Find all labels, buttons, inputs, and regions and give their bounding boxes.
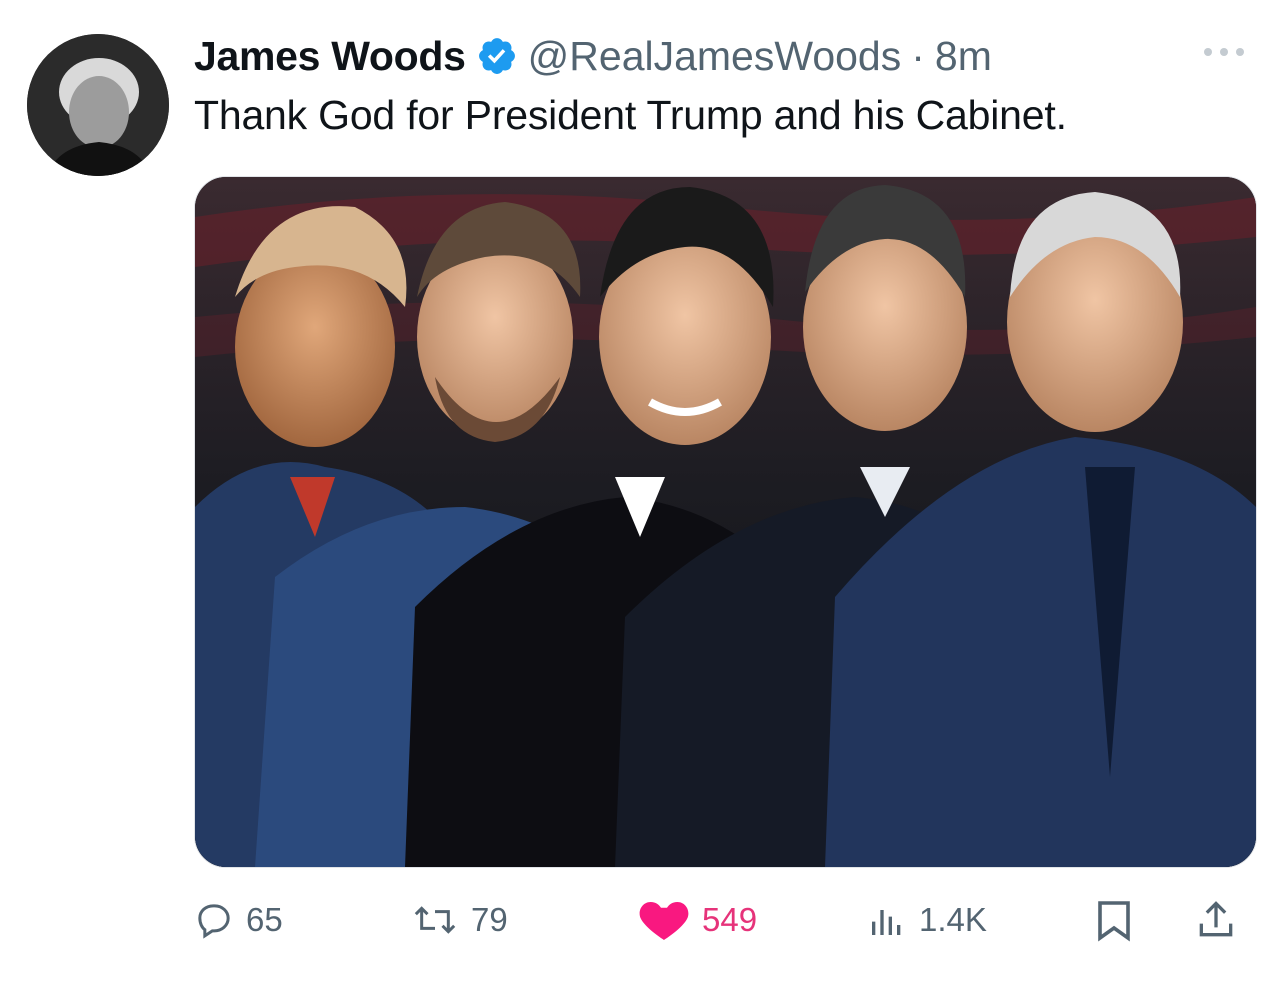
retweet-count: 79 <box>471 901 508 938</box>
heart-filled-icon <box>639 902 689 940</box>
tweet-media-photo[interactable] <box>194 176 1257 868</box>
reply-button[interactable]: 65 <box>194 890 283 950</box>
retweet-icon <box>414 906 456 934</box>
avatar-photo <box>27 34 169 176</box>
tweet-timestamp[interactable]: 8m <box>935 33 992 80</box>
author-avatar[interactable] <box>27 34 169 176</box>
reply-count: 65 <box>246 901 283 938</box>
views-count: 1.4K <box>919 901 987 938</box>
views-bar-chart-icon <box>872 910 901 935</box>
share-icon <box>1199 901 1233 937</box>
verified-badge-icon <box>476 35 518 77</box>
bookmark-button[interactable] <box>1094 890 1134 950</box>
like-count: 549 <box>702 901 758 938</box>
author-name[interactable]: James Woods <box>194 33 466 80</box>
reply-icon <box>198 904 230 939</box>
tweet-header: James Woods @RealJamesWoods · 8m <box>194 30 992 82</box>
separator-dot: · <box>911 32 925 79</box>
more-dots-icon <box>1204 48 1244 56</box>
five-men-photo <box>195 177 1256 867</box>
like-button[interactable]: 549 <box>638 890 757 950</box>
tweet-text: Thank God for President Trump and his Ca… <box>194 92 1067 138</box>
author-handle[interactable]: @RealJamesWoods <box>528 33 902 80</box>
bookmark-icon <box>1098 901 1130 942</box>
retweet-button[interactable]: 79 <box>411 890 508 950</box>
more-options-button[interactable] <box>1196 38 1252 66</box>
tweet-actions-bar: 65 79 549 1.4K <box>194 890 1255 950</box>
share-button[interactable] <box>1194 890 1238 950</box>
views-button[interactable]: 1.4K <box>867 890 987 950</box>
